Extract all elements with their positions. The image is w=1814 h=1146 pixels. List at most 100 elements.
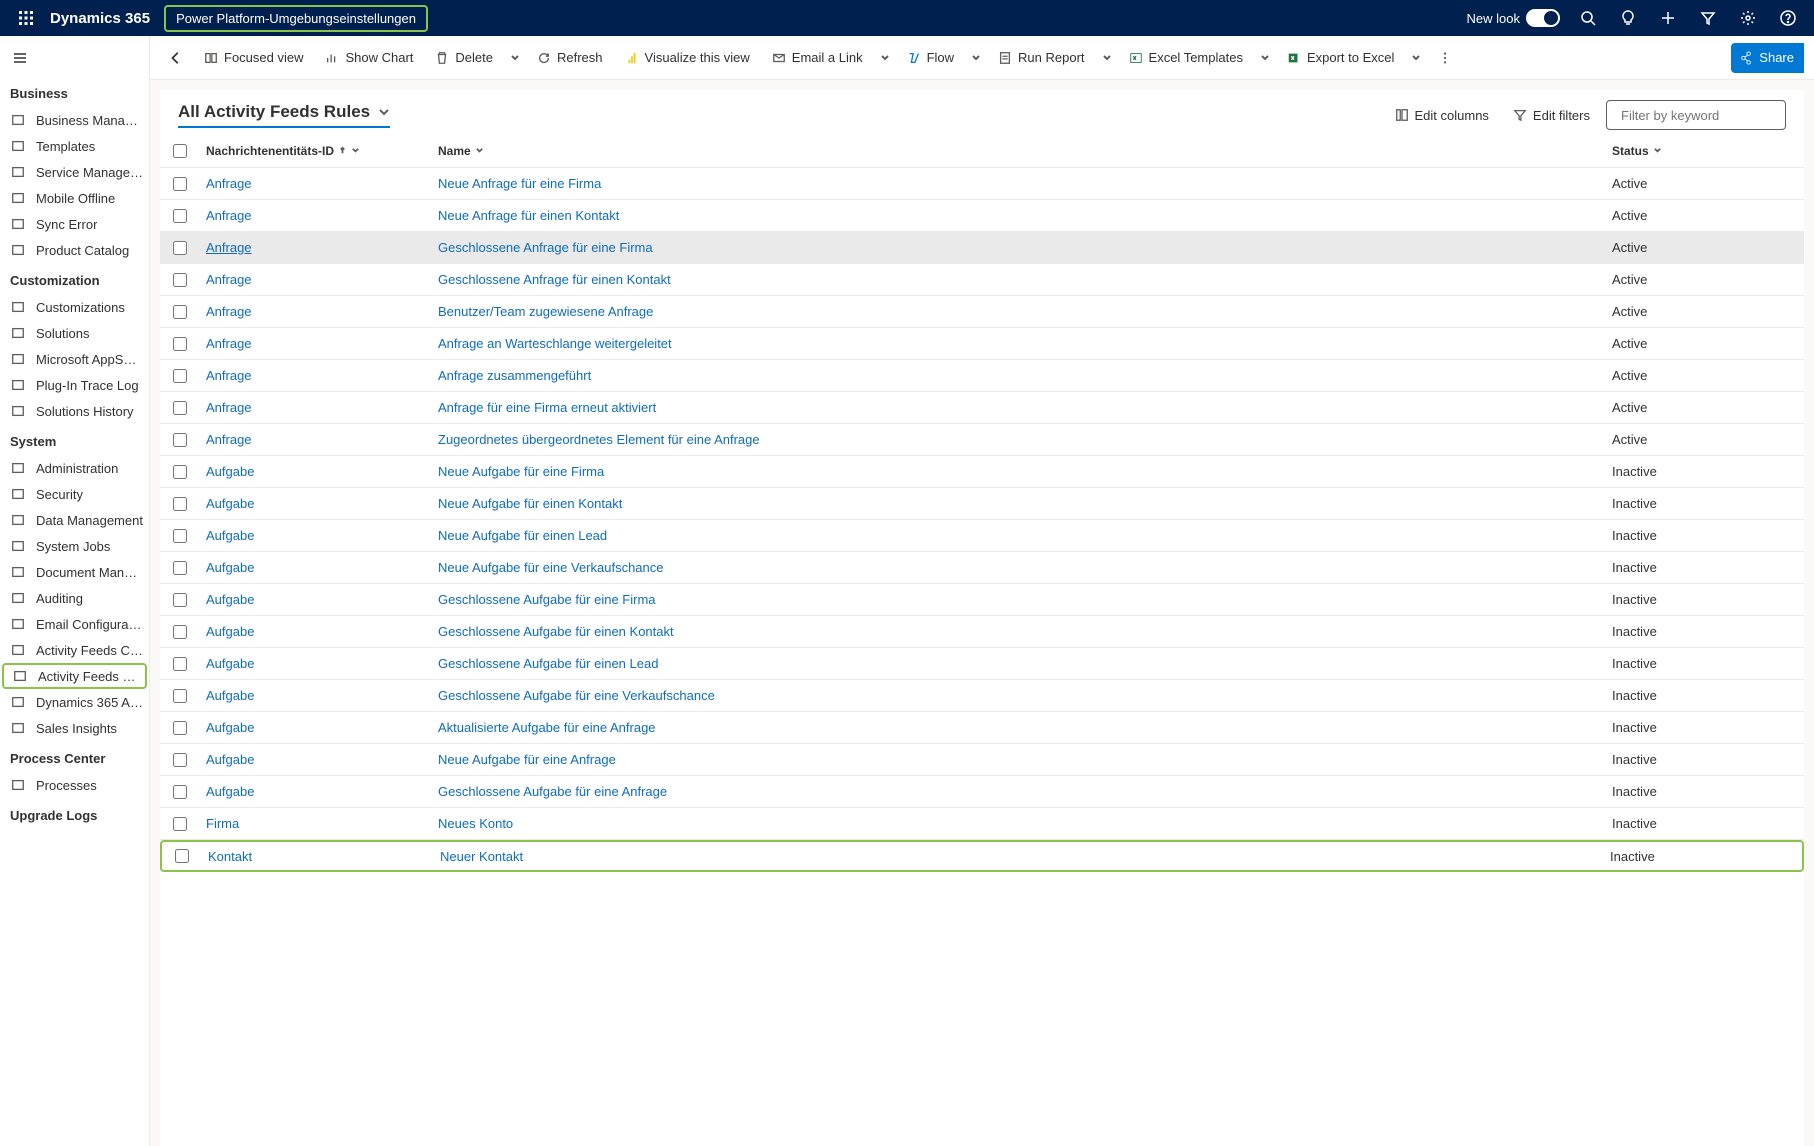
name-link[interactable]: Anfrage für eine Firma erneut aktiviert	[438, 400, 656, 415]
gear-icon[interactable]	[1730, 0, 1766, 36]
search-input[interactable]	[1621, 108, 1797, 123]
filter-icon[interactable]	[1690, 0, 1726, 36]
name-link[interactable]: Anfrage zusammengeführt	[438, 368, 591, 383]
visualize-button[interactable]: Visualize this view	[615, 42, 760, 74]
sidebar-item[interactable]: Sales Insights	[0, 715, 149, 741]
name-link[interactable]: Benutzer/Team zugewiesene Anfrage	[438, 304, 653, 319]
entity-link[interactable]: Firma	[206, 816, 239, 831]
sidebar-item[interactable]: Microsoft AppSource	[0, 346, 149, 372]
table-row[interactable]: AnfrageGeschlossene Anfrage für einen Ko…	[160, 264, 1804, 296]
row-checkbox[interactable]	[173, 497, 187, 511]
email-chevron-icon[interactable]	[875, 42, 895, 74]
name-link[interactable]: Geschlossene Aufgabe für eine Firma	[438, 592, 656, 607]
hamburger-icon[interactable]	[2, 40, 38, 76]
focused-view-button[interactable]: Focused view	[194, 42, 313, 74]
row-checkbox[interactable]	[173, 401, 187, 415]
table-row[interactable]: Anfrage Benutzer/Team zugewiesene Anfrage…	[160, 296, 1804, 328]
lightbulb-icon[interactable]	[1610, 0, 1646, 36]
delete-chevron-icon[interactable]	[505, 42, 525, 74]
entity-link[interactable]: Aufgabe	[206, 496, 254, 511]
sidebar-item[interactable]: Business Management	[0, 107, 149, 133]
name-link[interactable]: Neue Anfrage für eine Firma	[438, 176, 601, 191]
sidebar-item[interactable]: Templates	[0, 133, 149, 159]
sidebar-item[interactable]: Plug-In Trace Log	[0, 372, 149, 398]
entity-link[interactable]: Aufgabe	[206, 624, 254, 639]
column-header-name[interactable]: Name	[430, 144, 1604, 158]
app-launcher-icon[interactable]	[8, 0, 44, 36]
entity-link[interactable]: Anfrage	[206, 240, 252, 255]
entity-link[interactable]: Aufgabe	[206, 656, 254, 671]
new-look-toggle[interactable]: New look	[1467, 9, 1560, 27]
sidebar-item[interactable]: Security	[0, 481, 149, 507]
edit-columns-button[interactable]: Edit columns	[1387, 100, 1497, 130]
back-button[interactable]	[160, 42, 192, 74]
sidebar-item[interactable]: Email Configuration	[0, 611, 149, 637]
row-checkbox[interactable]	[173, 177, 187, 191]
sidebar-item[interactable]: Solutions	[0, 320, 149, 346]
sidebar-item[interactable]: Activity Feeds Config...	[0, 637, 149, 663]
excel-templates-button[interactable]: Excel Templates	[1119, 42, 1253, 74]
sidebar-item[interactable]: Product Catalog	[0, 237, 149, 263]
sidebar-item[interactable]: Customizations	[0, 294, 149, 320]
export-excel-button[interactable]: Export to Excel	[1277, 42, 1404, 74]
table-row[interactable]: AufgabeNeue Aufgabe für eine FirmaInacti…	[160, 456, 1804, 488]
sidebar-item[interactable]: Activity Feeds Rules	[2, 663, 147, 689]
sidebar-item[interactable]: Dynamics 365 App f...	[0, 689, 149, 715]
help-icon[interactable]	[1770, 0, 1806, 36]
search-box[interactable]	[1606, 100, 1786, 130]
row-checkbox[interactable]	[173, 561, 187, 575]
row-checkbox[interactable]	[173, 273, 187, 287]
column-header-status[interactable]: Status	[1604, 144, 1804, 158]
environment-badge[interactable]: Power Platform-Umgebungseinstellungen	[164, 5, 428, 32]
name-link[interactable]: Geschlossene Aufgabe für einen Lead	[438, 656, 658, 671]
table-row[interactable]: AufgabeNeue Aufgabe für einen KontaktIna…	[160, 488, 1804, 520]
entity-link[interactable]: Anfrage	[206, 400, 252, 415]
table-row[interactable]: Aufgabe Geschlossene Aufgabe für einen Ko…	[160, 616, 1804, 648]
row-checkbox[interactable]	[173, 241, 187, 255]
name-link[interactable]: Geschlossene Aufgabe für eine Verkaufsch…	[438, 688, 715, 703]
row-checkbox[interactable]	[173, 689, 187, 703]
row-checkbox[interactable]	[173, 593, 187, 607]
name-link[interactable]: Anfrage an Warteschlange weitergeleitet	[438, 336, 672, 351]
row-checkbox[interactable]	[173, 785, 187, 799]
sidebar-item[interactable]: Service Management	[0, 159, 149, 185]
row-checkbox[interactable]	[173, 817, 187, 831]
refresh-button[interactable]: Refresh	[527, 42, 613, 74]
row-checkbox[interactable]	[173, 305, 187, 319]
view-title[interactable]: All Activity Feeds Rules	[178, 102, 390, 128]
table-row[interactable]: FirmaNeues KontoInactive	[160, 808, 1804, 840]
row-checkbox[interactable]	[173, 369, 187, 383]
edit-filters-button[interactable]: Edit filters	[1505, 100, 1598, 130]
sidebar-item[interactable]: Solutions History	[0, 398, 149, 424]
row-checkbox[interactable]	[173, 465, 187, 479]
row-checkbox[interactable]	[173, 433, 187, 447]
entity-link[interactable]: Aufgabe	[206, 784, 254, 799]
table-row[interactable]: AnfrageAnfrage zusammengeführtActive	[160, 360, 1804, 392]
sidebar-item[interactable]: Auditing	[0, 585, 149, 611]
name-link[interactable]: Geschlossene Aufgabe für einen Kontakt	[438, 624, 674, 639]
entity-link[interactable]: Anfrage	[206, 432, 252, 447]
name-link[interactable]: Zugeordnetes übergeordnetes Element für …	[438, 432, 760, 447]
sidebar-item[interactable]: System Jobs	[0, 533, 149, 559]
entity-link[interactable]: Anfrage	[206, 208, 252, 223]
entity-link[interactable]: Anfrage	[206, 304, 252, 319]
sidebar-item[interactable]: Administration	[0, 455, 149, 481]
table-row[interactable]: AufgabeNeue Aufgabe für eine Verkaufscha…	[160, 552, 1804, 584]
select-all-checkbox[interactable]	[173, 144, 187, 158]
table-row[interactable]: KontaktNeuer KontaktInactive	[160, 840, 1804, 872]
entity-link[interactable]: Anfrage	[206, 272, 252, 287]
name-link[interactable]: Neue Aufgabe für einen Lead	[438, 528, 607, 543]
flow-button[interactable]: Flow	[897, 42, 964, 74]
sidebar-item[interactable]: Sync Error	[0, 211, 149, 237]
name-link[interactable]: Neue Aufgabe für eine Anfrage	[438, 752, 616, 767]
name-link[interactable]: Neue Anfrage für einen Kontakt	[438, 208, 619, 223]
export-chevron-icon[interactable]	[1406, 42, 1426, 74]
name-link[interactable]: Neuer Kontakt	[440, 849, 523, 864]
table-row[interactable]: Anfrage Zugeordnetes übergeordnetes Eleme…	[160, 424, 1804, 456]
sidebar-item[interactable]: Mobile Offline	[0, 185, 149, 211]
table-row[interactable]: Aufgabe Geschlossene Aufgabe für eine Fir…	[160, 584, 1804, 616]
row-checkbox[interactable]	[173, 209, 187, 223]
entity-link[interactable]: Aufgabe	[206, 592, 254, 607]
sidebar-item[interactable]: Document Manage...	[0, 559, 149, 585]
entity-link[interactable]: Anfrage	[206, 336, 252, 351]
